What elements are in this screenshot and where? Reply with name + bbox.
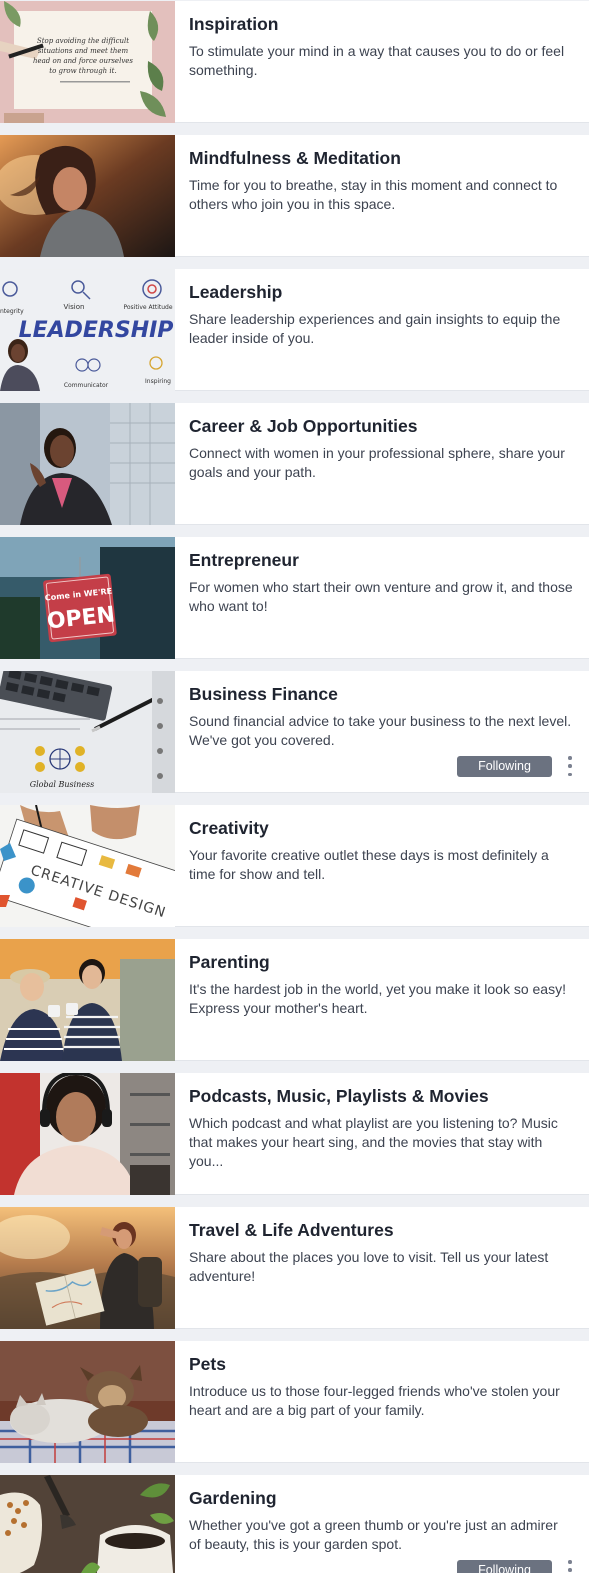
following-button[interactable]: Following	[457, 756, 552, 777]
category-list: Stop avoiding the difficult situations a…	[0, 0, 589, 1573]
category-description: It's the hardest job in the world, yet y…	[189, 981, 566, 1016]
card-content: Parenting It's the hardest job in the wo…	[175, 939, 589, 1060]
category-card[interactable]: Career & Job Opportunities Connect with …	[0, 403, 589, 525]
category-title: Leadership	[189, 282, 283, 302]
card-content: Leadership Share leadership experiences …	[175, 269, 589, 390]
entrepreneur-image: Come in WE'RE OPEN	[0, 537, 175, 659]
global-business-text: Global Business	[30, 780, 95, 789]
svg-text:head on and force ourselves: head on and force ourselves	[33, 57, 133, 65]
category-title: Parenting	[189, 952, 270, 972]
category-title: Entrepreneur	[189, 550, 299, 570]
card-content: Entrepreneur For women who start their o…	[175, 537, 589, 658]
category-description: Whether you've got a green thumb or you'…	[189, 1517, 558, 1552]
leadership-word-attitude: Positive Attitude	[123, 304, 172, 311]
category-description: Time for you to breathe, stay in this mo…	[189, 177, 558, 212]
card-content: Business Finance Sound financial advice …	[175, 671, 589, 792]
card-content: Inspiration To stimulate your mind in a …	[175, 1, 589, 122]
category-card[interactable]: Pets Introduce us to those four-legged f…	[0, 1341, 589, 1463]
card-content: Pets Introduce us to those four-legged f…	[175, 1341, 589, 1462]
podcasts-image	[0, 1073, 175, 1195]
card-content: Travel & Life Adventures Share about the…	[175, 1207, 589, 1328]
category-description: Connect with women in your professional …	[189, 445, 565, 480]
category-card[interactable]: CREATIVE DESIGN Creativity Your favorite…	[0, 805, 589, 927]
category-description: Introduce us to those four-legged friend…	[189, 1383, 560, 1418]
parenting-image	[0, 939, 175, 1061]
category-title: Career & Job Opportunities	[189, 416, 418, 436]
travel-image	[0, 1207, 175, 1329]
card-content: Career & Job Opportunities Connect with …	[175, 403, 589, 524]
creativity-image: CREATIVE DESIGN	[0, 805, 175, 927]
inspiration-image: Stop avoiding the difficult situations a…	[0, 1, 175, 123]
leadership-word-integrity: ntegrity	[0, 308, 24, 315]
category-title: Travel & Life Adventures	[189, 1220, 394, 1240]
category-card[interactable]: Parenting It's the hardest job in the wo…	[0, 939, 589, 1061]
card-content: Mindfulness & Meditation Time for you to…	[175, 135, 589, 256]
category-title: Gardening	[189, 1488, 277, 1508]
svg-text:situations and meet them: situations and meet them	[38, 47, 129, 55]
card-content: Creativity Your favorite creative outlet…	[175, 805, 589, 926]
category-description: Your favorite creative outlet these days…	[189, 847, 549, 882]
category-card[interactable]: Podcasts, Music, Playlists & Movies Whic…	[0, 1073, 589, 1195]
category-card[interactable]: Travel & Life Adventures Share about the…	[0, 1207, 589, 1329]
category-description: For women who start their own venture an…	[189, 579, 573, 614]
category-card[interactable]: Come in WE'RE OPEN Entrepreneur For wome…	[0, 537, 589, 659]
category-description: Share leadership experiences and gain in…	[189, 311, 561, 346]
card-content: Gardening Whether you've got a green thu…	[175, 1475, 589, 1573]
gardening-image	[0, 1475, 175, 1573]
category-card[interactable]: Global Business Business Finance Sound f…	[0, 671, 589, 793]
category-description: To stimulate your mind in a way that cau…	[189, 43, 565, 78]
leadership-word-vision: Vision	[64, 303, 85, 311]
leadership-word: LEADERSHIP	[19, 318, 174, 343]
following-button[interactable]: Following	[457, 1560, 552, 1573]
mindfulness-image	[0, 135, 175, 257]
career-image	[0, 403, 175, 525]
svg-text:Stop avoiding the difficult: Stop avoiding the difficult	[37, 37, 129, 45]
category-title: Mindfulness & Meditation	[189, 148, 401, 168]
leadership-word-inspiring: Inspiring	[145, 378, 171, 385]
category-title: Pets	[189, 1354, 226, 1374]
category-description: Which podcast and what playlist are you …	[189, 1115, 558, 1169]
pets-image	[0, 1341, 175, 1463]
category-card[interactable]: Mindfulness & Meditation Time for you to…	[0, 135, 589, 257]
category-title: Business Finance	[189, 684, 338, 704]
category-description: Share about the places you love to visit…	[189, 1249, 549, 1284]
category-title: Podcasts, Music, Playlists & Movies	[189, 1086, 489, 1106]
category-title: Creativity	[189, 818, 269, 838]
more-options-icon[interactable]	[565, 1560, 575, 1573]
leadership-image: Vision Positive Attitude ntegrity LEADER…	[0, 269, 175, 391]
category-card[interactable]: Gardening Whether you've got a green thu…	[0, 1475, 589, 1573]
svg-text:to grow through it.: to grow through it.	[49, 67, 116, 75]
business-finance-image: Global Business	[0, 671, 175, 793]
category-description: Sound financial advice to take your busi…	[189, 713, 572, 748]
category-card[interactable]: Stop avoiding the difficult situations a…	[0, 1, 589, 123]
leadership-word-communicator: Communicator	[64, 382, 109, 389]
more-options-icon[interactable]	[565, 756, 575, 776]
category-title: Inspiration	[189, 14, 279, 34]
category-card[interactable]: Vision Positive Attitude ntegrity LEADER…	[0, 269, 589, 391]
card-content: Podcasts, Music, Playlists & Movies Whic…	[175, 1073, 589, 1194]
